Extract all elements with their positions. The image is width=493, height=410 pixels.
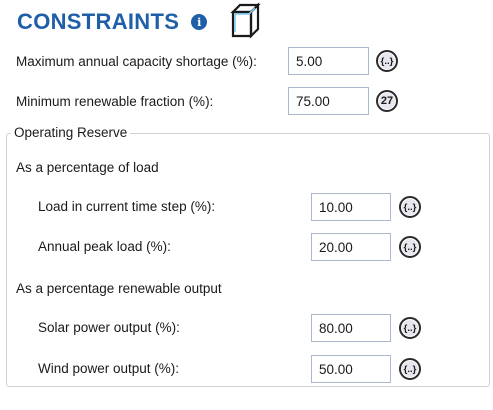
annual-peak-load-input[interactable] bbox=[311, 233, 391, 261]
annual-peak-load-sensitivity-button[interactable]: {..} bbox=[399, 236, 421, 258]
solar-output-input[interactable] bbox=[311, 314, 391, 342]
percentage-of-load-heading: As a percentage of load bbox=[16, 160, 159, 175]
solar-output-sensitivity-button[interactable]: {..} bbox=[399, 317, 421, 339]
max-capacity-shortage-input[interactable] bbox=[288, 47, 369, 75]
min-renewable-fraction-sensitivity-button[interactable]: 27 bbox=[376, 90, 398, 112]
cube-icon bbox=[230, 2, 261, 39]
min-renewable-fraction-label: Minimum renewable fraction (%): bbox=[16, 94, 214, 109]
solar-output-label: Solar power output (%): bbox=[38, 320, 180, 335]
annual-peak-load-label: Annual peak load (%): bbox=[38, 239, 171, 254]
percentage-renewable-output-heading: As a percentage renewable output bbox=[16, 281, 222, 296]
info-icon[interactable]: i bbox=[191, 14, 208, 30]
page-title: CONSTRAINTS bbox=[17, 9, 180, 34]
load-current-step-sensitivity-button[interactable]: {..} bbox=[399, 196, 421, 218]
load-current-step-input[interactable] bbox=[311, 193, 391, 221]
min-renewable-fraction-input[interactable] bbox=[288, 87, 369, 115]
wind-output-label: Wind power output (%): bbox=[38, 361, 180, 376]
wind-output-input[interactable] bbox=[311, 355, 391, 383]
wind-output-sensitivity-button[interactable]: {..} bbox=[399, 358, 421, 380]
max-capacity-shortage-sensitivity-button[interactable]: {..} bbox=[376, 50, 398, 72]
max-capacity-shortage-label: Maximum annual capacity shortage (%): bbox=[16, 54, 257, 69]
load-current-step-label: Load in current time step (%): bbox=[38, 199, 216, 214]
constraints-header: CONSTRAINTS i bbox=[17, 6, 208, 38]
operating-reserve-legend: Operating Reserve bbox=[11, 124, 131, 142]
